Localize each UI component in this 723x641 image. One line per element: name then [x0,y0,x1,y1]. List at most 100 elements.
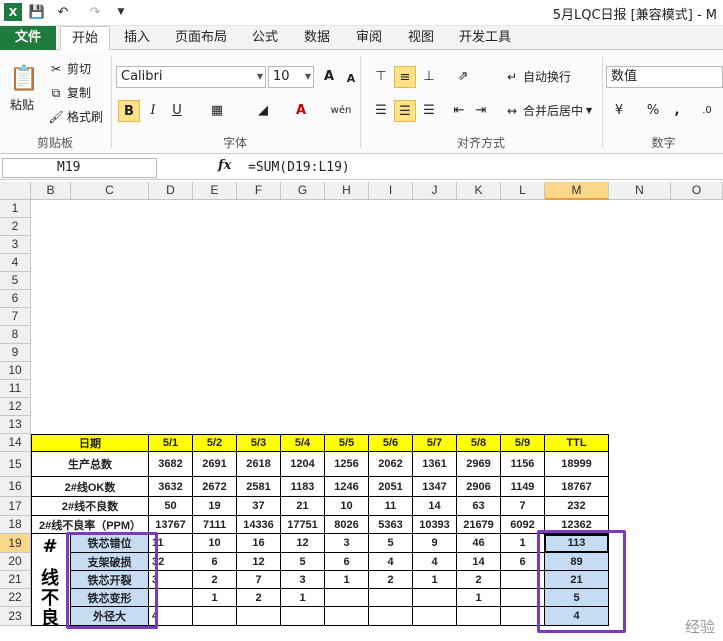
save-icon[interactable]: 💾 [28,3,46,21]
redo-icon[interactable]: ↷ [84,3,106,21]
grow-font-button[interactable]: A [318,66,340,88]
table-cell[interactable]: 1347 [413,477,457,497]
tab-home[interactable]: 开始 [60,26,110,51]
defect-count-cell[interactable]: 4 [413,553,457,571]
fill-color-icon[interactable]: ◢ [252,100,274,122]
defect-count-cell[interactable]: 1 [457,589,501,607]
tab-page-layout[interactable]: 页面布局 [168,26,234,50]
table-header-cell[interactable]: 5/3 [237,434,281,452]
align-top-icon[interactable]: ⊤ [370,66,392,88]
defect-count-cell[interactable]: 3 [325,534,369,553]
row-header-17[interactable]: 17 [0,497,31,516]
name-box[interactable]: M19 [2,158,157,178]
table-row-label[interactable]: 2#线OK数 [31,477,149,497]
defect-count-cell[interactable]: 6 [325,553,369,571]
defect-count-cell[interactable]: 1 [193,589,237,607]
table-cell[interactable]: 7111 [193,516,237,534]
table-cell[interactable]: 18999 [545,452,609,477]
table-cell[interactable]: 10 [325,497,369,516]
table-header-cell[interactable]: 5/4 [281,434,325,452]
defect-count-cell[interactable]: 12 [281,534,325,553]
defect-count-cell[interactable]: 1 [281,589,325,607]
row-header-18[interactable]: 18 [0,516,31,534]
defect-count-cell[interactable]: 10 [193,534,237,553]
table-cell[interactable]: 2062 [369,452,413,477]
row-header-21[interactable]: 21 [0,571,31,589]
wrap-text-button[interactable]: ↵ 自动换行 [504,68,571,85]
table-cell[interactable]: 1204 [281,452,325,477]
table-cell[interactable]: 2051 [369,477,413,497]
table-cell[interactable]: 1256 [325,452,369,477]
table-cell[interactable]: 17751 [281,516,325,534]
defect-count-cell[interactable]: 4 [369,553,413,571]
paste-button[interactable]: 粘贴 [10,96,34,113]
column-header-l[interactable]: L [501,182,545,200]
table-cell[interactable]: 232 [545,497,609,516]
table-cell[interactable]: 2906 [457,477,501,497]
column-header-d[interactable]: D [149,182,193,200]
row-header-6[interactable]: 6 [0,290,31,308]
defect-count-cell[interactable] [369,607,413,626]
row-header-2[interactable]: 2 [0,218,31,236]
row-header-4[interactable]: 4 [0,254,31,272]
font-name-combo[interactable]: Calibri ▼ [116,66,266,88]
cut-button[interactable]: ✂ 剪切 [48,60,91,77]
defect-count-cell[interactable]: 1 [413,571,457,589]
table-cell[interactable]: 2969 [457,452,501,477]
row-header-12[interactable]: 12 [0,398,31,416]
table-cell[interactable]: 37 [237,497,281,516]
defect-count-cell[interactable]: 2 [369,571,413,589]
table-cell[interactable]: 21679 [457,516,501,534]
row-header-11[interactable]: 11 [0,380,31,398]
tab-insert[interactable]: 插入 [114,26,160,50]
align-center-icon[interactable]: ☰ [394,100,416,122]
underline-button[interactable]: U [166,100,188,122]
row-header-5[interactable]: 5 [0,272,31,290]
font-size-combo[interactable]: 10 ▼ [268,66,314,88]
table-header-cell[interactable]: 5/6 [369,434,413,452]
table-cell[interactable]: 18767 [545,477,609,497]
italic-button[interactable]: I [142,100,164,122]
copy-button[interactable]: ⧉ 复制 [48,84,91,101]
defect-count-cell[interactable]: 2 [457,571,501,589]
tab-developer[interactable]: 开发工具 [452,26,518,50]
align-left-icon[interactable]: ☰ [370,100,392,122]
comma-button[interactable]: , [666,100,688,122]
row-header-22[interactable]: 22 [0,589,31,607]
align-middle-icon[interactable]: ≡ [394,66,416,88]
defect-count-cell[interactable] [413,589,457,607]
column-header-k[interactable]: K [457,182,501,200]
column-header-o[interactable]: O [671,182,723,200]
table-cell[interactable]: 2581 [237,477,281,497]
column-header-n[interactable]: N [609,182,671,200]
increase-indent-icon[interactable]: ⇥ [470,100,492,122]
tab-review[interactable]: 审阅 [346,26,392,50]
table-header-cell[interactable]: 5/5 [325,434,369,452]
defect-count-cell[interactable] [325,589,369,607]
undo-icon[interactable]: ↶ [52,3,74,21]
table-header-cell[interactable]: 5/1 [149,434,193,452]
defect-count-cell[interactable]: 7 [237,571,281,589]
defect-count-cell[interactable] [369,589,413,607]
row-header-1[interactable]: 1 [0,200,31,218]
column-header-i[interactable]: I [369,182,413,200]
table-header-cell[interactable]: 5/7 [413,434,457,452]
column-header-b[interactable]: B [31,182,71,200]
column-header-e[interactable]: E [193,182,237,200]
defect-count-cell[interactable] [237,607,281,626]
table-cell[interactable]: 14 [413,497,457,516]
defect-count-cell[interactable]: 46 [457,534,501,553]
row-header-10[interactable]: 10 [0,362,31,380]
row-header-3[interactable]: 3 [0,236,31,254]
select-all-corner[interactable] [0,182,31,200]
column-header-m[interactable]: M [545,182,609,200]
row-header-8[interactable]: 8 [0,326,31,344]
row-header-23[interactable]: 23 [0,607,31,626]
table-cell[interactable]: 63 [457,497,501,516]
bold-button[interactable]: B [118,100,140,122]
table-cell[interactable]: 1156 [501,452,545,477]
defect-count-cell[interactable] [457,607,501,626]
row-header-7[interactable]: 7 [0,308,31,326]
defect-count-cell[interactable] [325,607,369,626]
number-format-combo[interactable]: 数值 [606,66,723,88]
